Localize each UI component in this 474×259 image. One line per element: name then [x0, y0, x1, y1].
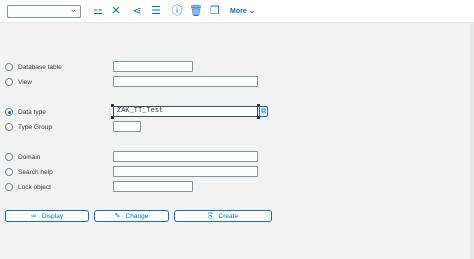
data-type-input[interactable]: ZAK_TT_Test	[113, 106, 258, 117]
domain-label: Domain	[18, 153, 41, 161]
view-label: View	[18, 78, 32, 86]
hierarchy-icon[interactable]: ⚍	[91, 4, 105, 18]
type-group-label: Type Group	[18, 123, 52, 131]
lock-object-radio[interactable]	[5, 183, 13, 191]
glasses-icon: ∞	[30, 212, 37, 220]
create-icon: ⎘	[207, 211, 214, 220]
more-menu[interactable]: More ⌄	[230, 6, 255, 15]
scrollbar[interactable]	[470, 22, 474, 259]
domain-input[interactable]	[113, 151, 258, 162]
toolbar: ⌄ ⚍ ✕ ⋖ ☰ ⓘ 🗑 ❐ More ⌄	[0, 0, 474, 23]
object-type-select[interactable]: ⌄	[7, 5, 81, 18]
display-label: Display	[41, 212, 64, 220]
delete-icon[interactable]: 🗑	[189, 4, 203, 18]
database-table-label: Database table	[18, 63, 62, 71]
pencil-icon: ✎	[114, 212, 121, 220]
display-button[interactable]: ∞ Display	[5, 210, 89, 222]
graph-icon[interactable]: ⋖	[130, 4, 144, 18]
copy-icon[interactable]: ❐	[208, 4, 222, 18]
selection-handle	[111, 116, 114, 119]
value-help-icon[interactable]: ⧉	[259, 106, 268, 117]
type-group-input[interactable]	[113, 121, 141, 132]
lock-object-input[interactable]	[113, 181, 193, 192]
more-label: More	[230, 8, 247, 15]
search-help-radio[interactable]	[5, 168, 13, 176]
indent-icon[interactable]: ☰	[149, 4, 163, 18]
type-group-radio[interactable]	[5, 123, 13, 131]
option-type-group[interactable]: Type Group	[5, 121, 52, 133]
domain-radio[interactable]	[5, 153, 13, 161]
create-label: Create	[218, 212, 239, 220]
info-icon[interactable]: ⓘ	[170, 4, 184, 18]
where-used-icon[interactable]: ✕	[109, 4, 123, 18]
database-table-radio[interactable]	[5, 63, 13, 71]
lock-object-label: Lock object	[18, 183, 51, 191]
data-type-label: Data type	[18, 108, 46, 116]
database-table-input[interactable]	[113, 61, 193, 72]
option-database-table[interactable]: Database table	[5, 61, 62, 73]
option-search-help[interactable]: Search help	[5, 166, 53, 178]
option-data-type[interactable]: Data type	[5, 106, 46, 118]
view-input[interactable]	[113, 76, 258, 87]
option-lock-object[interactable]: Lock object	[5, 181, 51, 193]
search-help-label: Search help	[18, 168, 53, 176]
change-button[interactable]: ✎ Change	[94, 210, 169, 222]
data-type-radio[interactable]	[5, 108, 13, 116]
search-help-input[interactable]	[113, 166, 258, 177]
option-domain[interactable]: Domain	[5, 151, 40, 163]
view-radio[interactable]	[5, 78, 13, 86]
chevron-down-icon: ⌄	[69, 5, 77, 15]
chevron-down-icon: ⌄	[248, 6, 256, 15]
create-button[interactable]: ⎘ Create	[174, 210, 272, 222]
option-view[interactable]: View	[5, 76, 32, 88]
selection-handle	[111, 104, 114, 107]
change-label: Change	[125, 212, 149, 220]
